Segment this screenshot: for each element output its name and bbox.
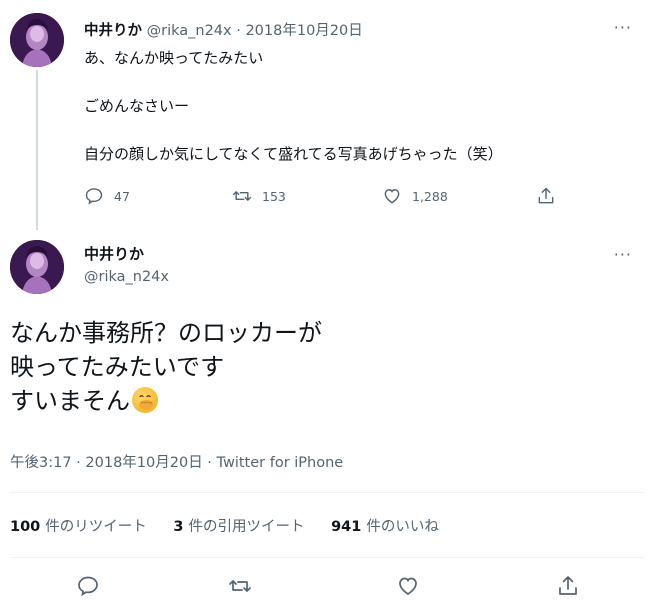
quotes-stat[interactable]: 3 件の引用ツイート — [173, 515, 304, 536]
tweet-text-line: ごめんなさいー — [84, 97, 190, 115]
heart-icon — [399, 577, 417, 595]
retweets-label: 件のリツイート — [45, 519, 147, 535]
tweet-actions: 47 153 1,288 — [84, 186, 584, 214]
tweet-actions — [0, 570, 654, 606]
divider — [10, 492, 644, 493]
share-icon — [538, 187, 554, 204]
tweet-text-line — [84, 118, 503, 142]
reply-count: 47 — [114, 188, 130, 204]
handle[interactable]: @rika_n24x — [147, 23, 232, 39]
tweet-text-line — [84, 70, 503, 94]
more-options-icon[interactable]: ··· — [614, 247, 632, 263]
reply-button[interactable] — [76, 574, 104, 602]
avatar[interactable] — [10, 13, 64, 67]
tweet-text-line-with-emoji: すいまそん — [10, 384, 322, 418]
retweet-button[interactable] — [228, 574, 256, 602]
share-button[interactable] — [536, 186, 566, 206]
tweet-text-line: あ、なんか映ってたみたい — [84, 49, 264, 67]
hand-over-mouth-emoji-icon — [132, 387, 158, 413]
retweets-stat[interactable]: 100 件のリツイート — [10, 515, 147, 536]
handle[interactable]: @rika_n24x — [84, 269, 169, 285]
retweets-value: 100 — [10, 519, 41, 535]
retweet-count: 153 — [262, 188, 286, 204]
like-button[interactable] — [396, 574, 424, 602]
tweet-text-line: 映ってたみたいです — [10, 353, 225, 381]
likes-value: 941 — [331, 519, 362, 535]
divider — [10, 557, 644, 558]
separator: · — [236, 23, 241, 39]
retweet-icon — [232, 191, 252, 201]
avatar[interactable] — [10, 240, 64, 294]
retweet-button[interactable]: 153 — [232, 186, 286, 206]
avatar-image — [10, 13, 64, 67]
reply-button[interactable]: 47 — [84, 186, 130, 206]
emoji-graphic — [139, 395, 153, 410]
tweet-timestamp-source[interactable]: 午後3:17 · 2018年10月20日 · Twitter for iPhon… — [10, 451, 343, 472]
tweet-text-segment: すいまそん — [10, 387, 130, 415]
more-options-icon[interactable]: ··· — [614, 20, 632, 36]
quotes-value: 3 — [173, 519, 184, 535]
share-button[interactable] — [556, 574, 584, 602]
tweet-text: なんか事務所？のロッカーが 映ってたみたいです すいまそん — [10, 316, 322, 418]
like-count: 1,288 — [412, 188, 448, 204]
like-button[interactable]: 1,288 — [382, 186, 448, 206]
tweet-text-line: 自分の顔しか気にしてなくて盛れてる写真あげちゃった（笑） — [84, 145, 503, 163]
reply-icon — [78, 576, 98, 597]
tweet-header: 中井りか @rika_n24x · 2018年10月20日 — [84, 19, 363, 40]
share-icon — [559, 576, 577, 595]
retweet-icon — [229, 580, 251, 592]
quotes-label: 件の引用ツイート — [188, 519, 305, 535]
tweet-stats: 100 件のリツイート 3 件の引用ツイート 941 件のいいね — [10, 515, 461, 536]
heart-icon — [384, 189, 400, 204]
avatar-image — [10, 240, 64, 294]
tweet-text: あ、なんか映ってたみたい ごめんなさいー 自分の顔しか気にしてなくて盛れてる写真… — [84, 46, 503, 166]
display-name[interactable]: 中井りか — [84, 23, 142, 39]
reply-icon — [85, 188, 103, 205]
thread-connector-line — [36, 70, 38, 230]
display-name[interactable]: 中井りか — [84, 243, 144, 264]
tweet-date[interactable]: 2018年10月20日 — [245, 23, 362, 39]
tweet-text-line: なんか事務所？のロッカーが — [10, 319, 322, 347]
parent-tweet[interactable]: 中井りか @rika_n24x · 2018年10月20日 ··· あ、なんか映… — [0, 0, 654, 230]
likes-label: 件のいいね — [366, 519, 439, 535]
likes-stat[interactable]: 941 件のいいね — [331, 515, 439, 536]
